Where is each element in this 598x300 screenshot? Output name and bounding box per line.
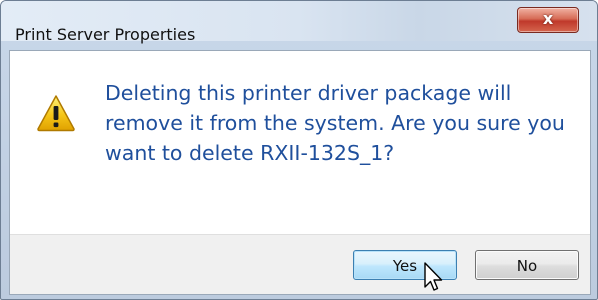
window-title: Print Server Properties	[15, 25, 196, 44]
dialog-body: Deleting this printer driver package wil…	[9, 50, 591, 295]
close-button[interactable]: x	[517, 7, 579, 33]
title-bar[interactable]: Print Server Properties x	[1, 1, 597, 44]
dialog-window: Print Server Properties x Deleting this …	[0, 0, 598, 300]
close-icon: x	[542, 9, 554, 28]
button-bar: Yes No	[10, 234, 590, 294]
pointer-cursor-icon	[424, 262, 443, 291]
confirmation-message: Deleting this printer driver package wil…	[105, 81, 565, 165]
message-area: Deleting this printer driver package wil…	[10, 51, 590, 234]
no-button[interactable]: No	[475, 250, 579, 280]
warning-icon	[37, 95, 75, 132]
